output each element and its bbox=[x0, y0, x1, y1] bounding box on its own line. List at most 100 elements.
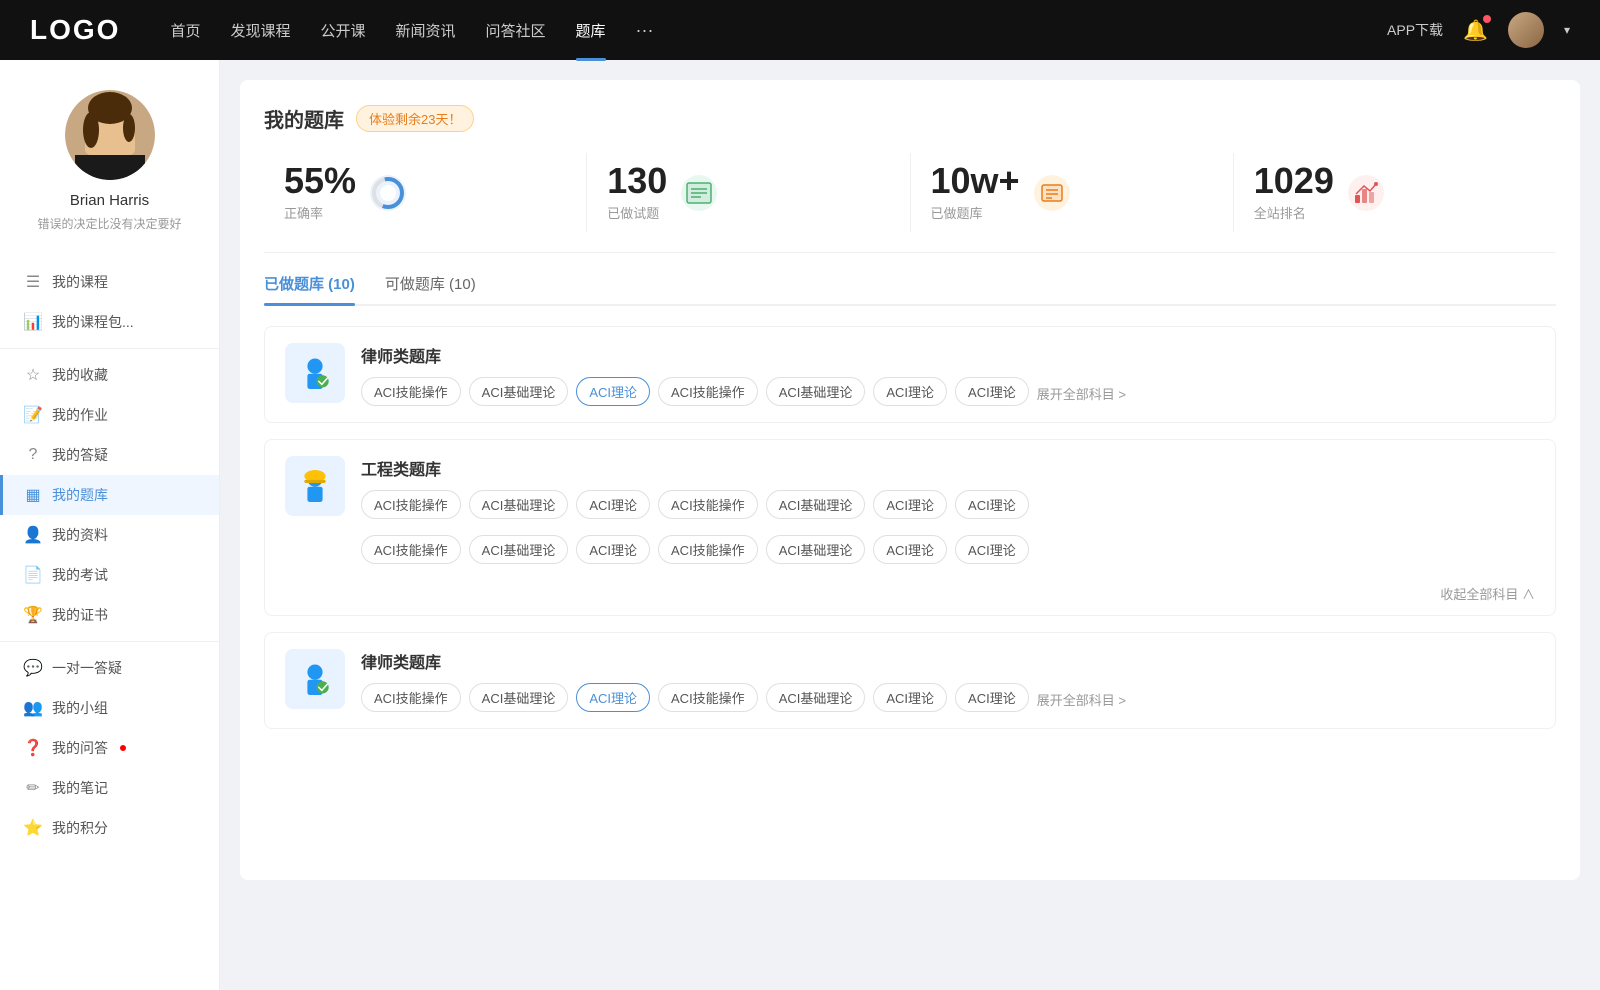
bank-header-3: 律师类题库 ACI技能操作 ACI基础理论 ACI理论 ACI技能操作 ACI基… bbox=[265, 633, 1555, 728]
bank3-tag-0[interactable]: ACI技能操作 bbox=[361, 683, 461, 712]
sidebar-item-homework[interactable]: 📝 我的作业 bbox=[0, 395, 219, 435]
bank2-r2-tag-2[interactable]: ACI理论 bbox=[576, 535, 650, 564]
bank-title-1: 律师类题库 bbox=[361, 343, 1535, 367]
bank2-r2-tag-0[interactable]: ACI技能操作 bbox=[361, 535, 461, 564]
sidebar-item-myqa[interactable]: ❓ 我的问答 bbox=[0, 728, 219, 768]
avatar-image bbox=[1508, 12, 1544, 48]
stat-rank-icon bbox=[1348, 175, 1384, 211]
user-avatar[interactable] bbox=[1508, 12, 1544, 48]
nav-qa[interactable]: 问答社区 bbox=[486, 20, 546, 41]
trial-badge: 体验剩余23天！ bbox=[356, 105, 474, 132]
bank1-tag-5[interactable]: ACI理论 bbox=[873, 377, 947, 406]
bank1-tag-6[interactable]: ACI理论 bbox=[955, 377, 1029, 406]
bank2-r2-tag-4[interactable]: ACI基础理论 bbox=[766, 535, 866, 564]
bank3-tag-1[interactable]: ACI基础理论 bbox=[469, 683, 569, 712]
page-layout: Brian Harris 错误的决定比没有决定要好 ☰ 我的课程 📊 我的课程包… bbox=[0, 60, 1600, 990]
stat-done-banks: 10w+ 已做题库 bbox=[911, 153, 1234, 232]
bank1-tag-1[interactable]: ACI基础理论 bbox=[469, 377, 569, 406]
bank2-tag-1[interactable]: ACI基础理论 bbox=[469, 490, 569, 519]
bank3-expand[interactable]: 展开全部科目 > bbox=[1037, 686, 1126, 709]
sidebar-item-points[interactable]: ⭐ 我的积分 bbox=[0, 808, 219, 848]
bank-header-1: 律师类题库 ACI技能操作 ACI基础理论 ACI理论 ACI技能操作 ACI基… bbox=[265, 327, 1555, 422]
tab-available-banks[interactable]: 可做题库 (10) bbox=[385, 273, 476, 304]
bank2-collapse[interactable]: 收起全部科目 ∧ bbox=[265, 580, 1555, 615]
stat-done-banks-icon bbox=[1034, 175, 1070, 211]
profile-avatar bbox=[65, 90, 155, 180]
sidebar-item-profile[interactable]: 👤 我的资料 bbox=[0, 515, 219, 555]
bank2-r2-tag-6[interactable]: ACI理论 bbox=[955, 535, 1029, 564]
stat-done-banks-value: 10w+ bbox=[931, 163, 1020, 199]
divider-2 bbox=[0, 641, 219, 642]
sidebar-item-group[interactable]: 👥 我的小组 bbox=[0, 688, 219, 728]
bank3-tag-2[interactable]: ACI理论 bbox=[576, 683, 650, 712]
sidebar-item-course[interactable]: ☰ 我的课程 bbox=[0, 262, 219, 302]
sidebar-item-tutoring[interactable]: 💬 一对一答疑 bbox=[0, 648, 219, 688]
bank3-tag-6[interactable]: ACI理论 bbox=[955, 683, 1029, 712]
nav-open-course[interactable]: 公开课 bbox=[320, 20, 365, 41]
nav-more[interactable]: ··· bbox=[636, 20, 654, 41]
main-content: 我的题库 体验剩余23天！ 55% 正确率 bbox=[220, 60, 1600, 990]
bank3-tag-3[interactable]: ACI技能操作 bbox=[658, 683, 758, 712]
sidebar-item-certificate[interactable]: 🏆 我的证书 bbox=[0, 595, 219, 635]
stat-rank: 1029 全站排名 bbox=[1234, 153, 1556, 232]
bank1-tag-4[interactable]: ACI基础理论 bbox=[766, 377, 866, 406]
sidebar-item-notes[interactable]: ✏ 我的笔记 bbox=[0, 768, 219, 808]
bank-section-2: 工程类题库 ACI技能操作 ACI基础理论 ACI理论 ACI技能操作 ACI基… bbox=[264, 439, 1556, 616]
bank1-tag-0[interactable]: ACI技能操作 bbox=[361, 377, 461, 406]
bank2-r2-tag-5[interactable]: ACI理论 bbox=[873, 535, 947, 564]
tabs-row: 已做题库 (10) 可做题库 (10) bbox=[264, 273, 1556, 306]
bank-tags-2: ACI技能操作 ACI基础理论 ACI理论 ACI技能操作 ACI基础理论 AC… bbox=[361, 490, 1535, 519]
nav-home[interactable]: 首页 bbox=[170, 20, 200, 41]
myqa-badge bbox=[120, 745, 126, 751]
bank3-tag-5[interactable]: ACI理论 bbox=[873, 683, 947, 712]
exam-icon: 📄 bbox=[24, 566, 42, 584]
bank2-tag-6[interactable]: ACI理论 bbox=[955, 490, 1029, 519]
questions-icon: ? bbox=[24, 446, 42, 464]
bank2-tag-4[interactable]: ACI基础理论 bbox=[766, 490, 866, 519]
nav-news[interactable]: 新闻资讯 bbox=[396, 20, 456, 41]
sidebar-item-questions[interactable]: ? 我的答疑 bbox=[0, 435, 219, 475]
stat-accuracy-value: 55% bbox=[284, 163, 356, 199]
notification-bell[interactable]: 🔔 bbox=[1463, 18, 1488, 43]
bank1-tag-2[interactable]: ACI理论 bbox=[576, 377, 650, 406]
bank2-tag-5[interactable]: ACI理论 bbox=[873, 490, 947, 519]
bank2-tag-0[interactable]: ACI技能操作 bbox=[361, 490, 461, 519]
done-banks-icon-svg bbox=[1038, 179, 1066, 207]
course-label: 我的课程 bbox=[52, 272, 108, 292]
nav-links: 首页 发现课程 公开课 新闻资讯 问答社区 题库 ··· bbox=[170, 20, 1387, 41]
bank-tags-1: ACI技能操作 ACI基础理论 ACI理论 ACI技能操作 ACI基础理论 AC… bbox=[361, 377, 1535, 406]
myqa-icon: ❓ bbox=[24, 739, 42, 757]
app-download-btn[interactable]: APP下载 bbox=[1387, 20, 1443, 40]
bank2-tag-3[interactable]: ACI技能操作 bbox=[658, 490, 758, 519]
tab-done-banks[interactable]: 已做题库 (10) bbox=[264, 273, 355, 304]
bank2-tag-2[interactable]: ACI理论 bbox=[576, 490, 650, 519]
stat-rank-label: 全站排名 bbox=[1254, 203, 1334, 222]
bank-header-2: 工程类题库 ACI技能操作 ACI基础理论 ACI理论 ACI技能操作 ACI基… bbox=[265, 440, 1555, 535]
bank-title-2: 工程类题库 bbox=[361, 456, 1535, 480]
stat-rank-wrap: 1029 全站排名 bbox=[1254, 163, 1334, 222]
homework-icon: 📝 bbox=[24, 406, 42, 424]
sidebar-item-package[interactable]: 📊 我的课程包... bbox=[0, 302, 219, 342]
divider-1 bbox=[0, 348, 219, 349]
bank2-r2-tag-3[interactable]: ACI技能操作 bbox=[658, 535, 758, 564]
lawyer-icon bbox=[296, 354, 334, 392]
nav-discover[interactable]: 发现课程 bbox=[230, 20, 290, 41]
notes-label: 我的笔记 bbox=[52, 778, 108, 798]
profile-menu-label: 我的资料 bbox=[52, 525, 108, 545]
bank2-r2-tag-1[interactable]: ACI基础理论 bbox=[469, 535, 569, 564]
stat-done-questions-label: 已做试题 bbox=[607, 203, 667, 222]
course-icon: ☰ bbox=[24, 273, 42, 291]
stat-done-banks-wrap: 10w+ 已做题库 bbox=[931, 163, 1020, 222]
sidebar-item-questionbank[interactable]: ▦ 我的题库 bbox=[0, 475, 219, 515]
points-label: 我的积分 bbox=[52, 818, 108, 838]
sidebar-item-exam[interactable]: 📄 我的考试 bbox=[0, 555, 219, 595]
user-menu-arrow[interactable]: ▾ bbox=[1564, 23, 1570, 37]
bank1-expand[interactable]: 展开全部科目 > bbox=[1037, 380, 1126, 403]
bank1-tag-3[interactable]: ACI技能操作 bbox=[658, 377, 758, 406]
exam-label: 我的考试 bbox=[52, 565, 108, 585]
myqa-label: 我的问答 bbox=[52, 738, 108, 758]
sidebar-item-favorites[interactable]: ☆ 我的收藏 bbox=[0, 355, 219, 395]
logo: LOGO bbox=[30, 14, 120, 46]
bank3-tag-4[interactable]: ACI基础理论 bbox=[766, 683, 866, 712]
nav-questionbank[interactable]: 题库 bbox=[576, 20, 606, 41]
